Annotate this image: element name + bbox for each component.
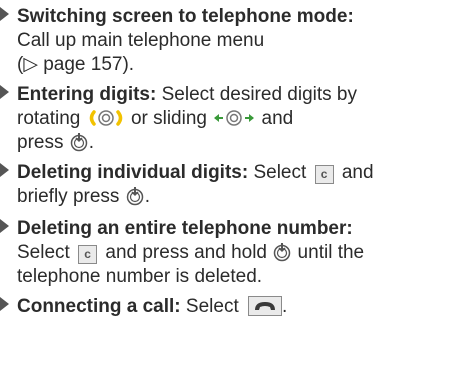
step-text: and <box>261 108 294 129</box>
triangle-bullet-icon <box>0 85 9 99</box>
step-text: Select <box>180 296 245 317</box>
step-text: briefly press <box>17 186 125 207</box>
phone-handset-icon <box>248 296 283 316</box>
step-text: . <box>144 186 150 207</box>
step-text: Select <box>17 242 76 263</box>
c-key-icon: c <box>78 245 98 264</box>
triangle-bullet-icon <box>0 219 9 233</box>
step-text: telephone number is deleted. <box>17 266 263 287</box>
step-heading: Switching screen to telephone mode: <box>17 6 354 27</box>
step-text: Select desired digits by <box>156 84 357 105</box>
step-heading: Deleting an entire telephone number: <box>17 218 353 239</box>
triangle-bullet-icon <box>0 7 9 21</box>
instructions-page: Switching screen to telephone mode: Call… <box>0 0 463 386</box>
step-heading: Deleting individual digits: <box>17 162 249 183</box>
c-key-icon: c <box>314 165 334 184</box>
step-text: until the <box>292 242 365 263</box>
rotate-controller-icon <box>89 110 122 126</box>
step-text: Select <box>248 162 312 183</box>
step-text: or sliding <box>130 108 213 129</box>
step-text: and <box>336 162 374 183</box>
step-text: . <box>282 296 288 317</box>
step-text: rotating <box>17 108 86 129</box>
step-text: and press and hold <box>100 242 273 263</box>
step-text: Call up main telephone menu <box>17 30 265 51</box>
step-heading: Connecting a call: <box>17 296 181 317</box>
step-heading: Entering digits: <box>17 84 157 105</box>
page-reference: (▷ page 157). <box>17 54 135 75</box>
triangle-bullet-icon <box>0 163 9 177</box>
press-controller-icon <box>274 243 291 262</box>
triangle-bullet-icon <box>0 297 9 311</box>
press-controller-icon <box>126 187 143 206</box>
step-text: . <box>88 132 95 153</box>
step-text: press <box>17 132 69 153</box>
slide-controller-icon <box>214 110 255 126</box>
press-controller-icon <box>70 133 87 152</box>
